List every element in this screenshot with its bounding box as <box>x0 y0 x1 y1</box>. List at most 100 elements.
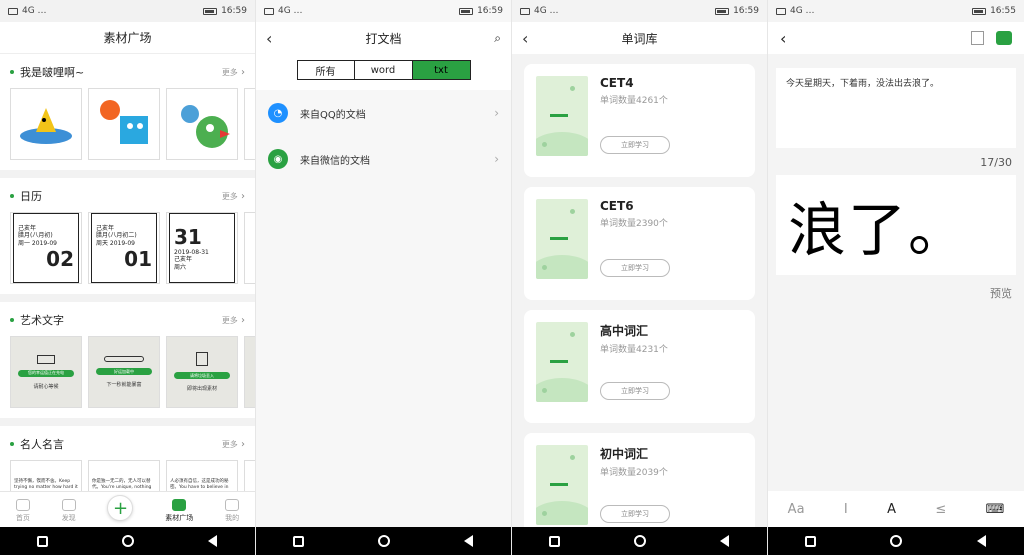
printer-icon[interactable] <box>996 31 1012 45</box>
section-art-text: 艺术文字 更多 您的幸运值正在充电请耐心等候 好运加载中下一秒就能暴富 请将垃圾… <box>0 302 255 418</box>
print-preview: 浪了。 <box>776 175 1016 275</box>
header: ‹ <box>768 22 1024 54</box>
signal-icon <box>264 7 274 15</box>
back-arrow-icon[interactable]: ‹ <box>522 29 538 48</box>
back-arrow-icon[interactable]: ‹ <box>266 29 282 48</box>
tab-discover[interactable]: 发现 <box>61 499 76 523</box>
section-header: 艺术文字 更多 <box>10 312 255 328</box>
screen-text-print: 4G … 16:55 ‹ 今天星期天，下着雨，没法出去浪了。 17/30 浪了。… <box>768 0 1024 555</box>
file-type-segment: 所有 word txt <box>256 54 511 90</box>
status-bar: 4G … 16:59 <box>0 0 255 22</box>
more-link[interactable]: 更多 <box>222 315 245 326</box>
home-button[interactable] <box>377 534 391 548</box>
status-bar: 4G … 16:59 <box>256 0 511 22</box>
tab-mine[interactable]: 我的 <box>225 499 240 523</box>
more-link[interactable]: 更多 <box>222 439 245 450</box>
art-thumb[interactable]: 您的幸运值正在充电 请耐心等候 <box>10 336 82 408</box>
profile-icon <box>225 499 240 511</box>
bottom-tab-bar: 首页 发现 + 素材广场 我的 <box>0 491 255 527</box>
card-title: CET4 <box>600 76 634 90</box>
home-button[interactable] <box>121 534 135 548</box>
document-icon[interactable] <box>971 31 984 45</box>
study-now-button[interactable]: 立即学习 <box>600 505 670 523</box>
android-nav-bar <box>512 527 767 555</box>
card-count: 单词数量2039个 <box>600 468 668 478</box>
study-now-button[interactable]: 立即学习 <box>600 259 670 277</box>
sticker-thumb[interactable] <box>244 88 255 160</box>
section-header: 日历 更多 <box>10 188 255 204</box>
char-counter: 17/30 <box>980 156 1012 169</box>
back-button[interactable] <box>462 534 476 548</box>
word-bank-card[interactable]: CET6 单词数量2390个 立即学习 <box>524 187 755 300</box>
more-link[interactable]: 更多 <box>222 191 245 202</box>
back-button[interactable] <box>974 534 988 548</box>
status-left: 4G … <box>8 6 47 16</box>
card-title: 高中词汇 <box>600 324 649 338</box>
back-button[interactable] <box>206 534 220 548</box>
segment-txt[interactable]: txt <box>412 60 471 80</box>
calendar-thumb[interactable]: 己亥年 腊月(八月初二) 周天 2019-09 01 <box>88 212 160 284</box>
home-icon <box>15 499 30 511</box>
recents-button[interactable] <box>292 534 306 548</box>
screen-word-bank: 4G … 16:59 ‹ 单词库 CET4 单词数量4261个 立即学习 CET6… <box>512 0 768 555</box>
align-button[interactable]: ≤ <box>935 502 946 517</box>
calendar-thumb[interactable]: 31 2019-08-31 己亥年 周六 <box>166 212 238 284</box>
search-icon[interactable]: ⌕ <box>485 31 501 46</box>
home-button[interactable] <box>633 534 647 548</box>
back-button[interactable] <box>718 534 732 548</box>
calendar-thumb[interactable] <box>244 212 255 284</box>
list-item-wechat[interactable]: ◉ 来自微信的文档 › <box>256 136 511 182</box>
card-count: 单词数量2390个 <box>600 219 668 229</box>
list-item-qq[interactable]: ◔ 来自QQ的文档 › <box>256 90 511 136</box>
preview-label[interactable]: 预览 <box>768 275 1024 301</box>
signal-icon <box>776 7 786 15</box>
calendar-thumb[interactable]: 己亥年 腊月(八月初) 周一 2019-09 02 <box>10 212 82 284</box>
battery-icon <box>459 7 474 15</box>
sticker-thumb[interactable] <box>88 88 160 160</box>
header: ‹ 打文档 ⌕ <box>256 22 511 54</box>
card-illustration <box>536 445 588 525</box>
study-now-button[interactable]: 立即学习 <box>600 382 670 400</box>
study-now-button[interactable]: 立即学习 <box>600 136 670 154</box>
trash-icon <box>196 352 208 366</box>
bird-sticker-icon <box>20 108 72 144</box>
art-thumb[interactable]: 好运加载中 下一秒就能暴富 <box>88 336 160 408</box>
keyboard-icon[interactable]: ⌨ <box>986 502 1005 517</box>
recents-button[interactable] <box>548 534 562 548</box>
recents-button[interactable] <box>804 534 818 548</box>
sticker-list <box>10 88 255 160</box>
more-link[interactable]: 更多 <box>222 67 245 78</box>
segment-all[interactable]: 所有 <box>296 60 355 80</box>
sun-sticker-icon <box>100 100 148 144</box>
section-header: 名人名言 更多 <box>10 436 255 452</box>
art-thumb[interactable] <box>244 336 255 408</box>
tab-home[interactable]: 首页 <box>15 499 30 523</box>
back-arrow-icon[interactable]: ‹ <box>780 29 786 48</box>
word-bank-card[interactable]: 高中词汇单词数量4231个 立即学习 <box>524 310 755 423</box>
calendar-list: 己亥年 腊月(八月初) 周一 2019-09 02 己亥年 腊月(八月初二) 周天 201… <box>10 212 255 284</box>
header: ‹ 单词库 <box>512 22 767 54</box>
section-title: 我是啵哩啊~ <box>10 64 84 80</box>
sticker-thumb[interactable] <box>166 88 238 160</box>
qq-icon: ◔ <box>268 103 288 123</box>
list-item-label: 来自QQ的文档 <box>300 109 366 121</box>
status-time: 16:59 <box>221 6 247 16</box>
android-nav-bar <box>0 527 255 555</box>
word-bank-card[interactable]: CET4 单词数量4261个 立即学习 <box>524 64 755 177</box>
segment-word[interactable]: word <box>354 60 413 80</box>
add-button[interactable]: + <box>107 495 134 521</box>
material-icon <box>172 499 187 511</box>
font-size-button[interactable]: Aa <box>788 502 805 517</box>
card-count: 单词数量4231个 <box>600 345 668 355</box>
text-input[interactable]: 今天星期天，下着雨，没法出去浪了。 <box>776 68 1016 148</box>
recents-button[interactable] <box>36 534 50 548</box>
card-title: CET6 <box>600 199 634 213</box>
tab-material-square[interactable]: 素材广场 <box>165 499 193 523</box>
discover-icon <box>61 499 76 511</box>
sticker-thumb[interactable] <box>10 88 82 160</box>
art-thumb[interactable]: 请将垃圾丢入 即将出现素材 <box>166 336 238 408</box>
italic-button[interactable]: I <box>844 502 848 517</box>
status-bar: 4G … 16:59 <box>512 0 767 22</box>
home-button[interactable] <box>889 534 903 548</box>
text-style-button[interactable]: A <box>887 502 896 517</box>
